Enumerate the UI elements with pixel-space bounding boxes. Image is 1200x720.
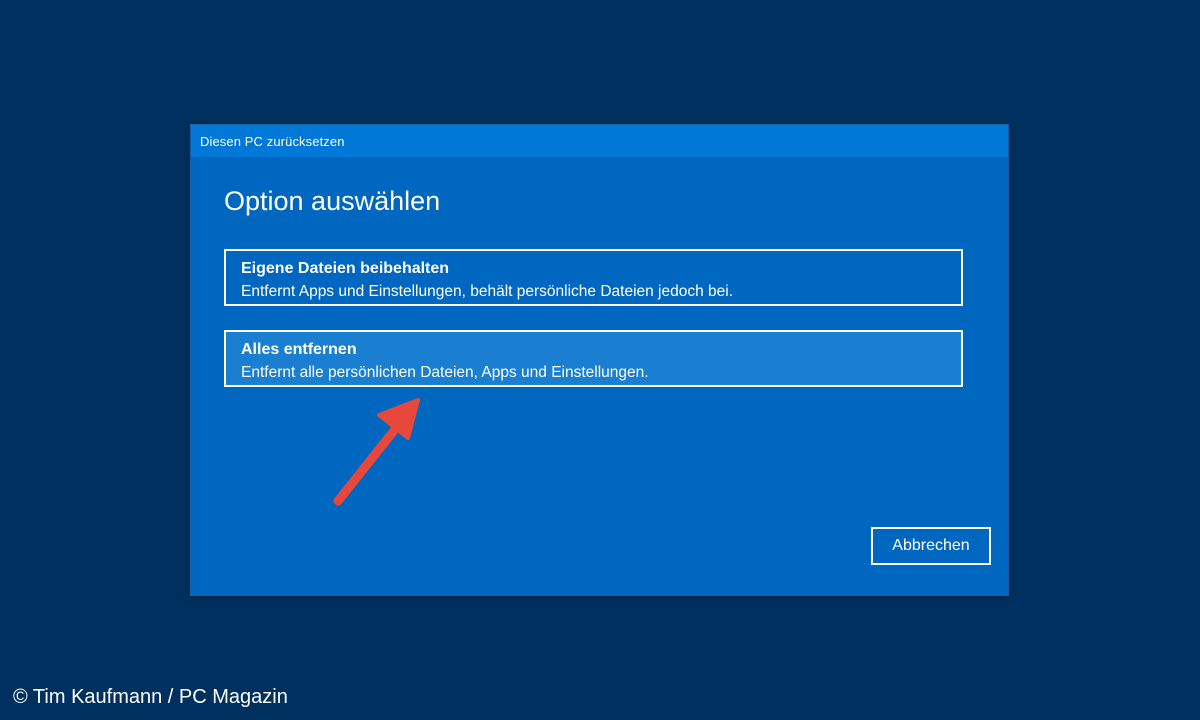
option-title: Eigene Dateien beibehalten [241, 260, 450, 277]
option-title: Alles entfernen [241, 341, 357, 358]
reset-pc-dialog: Diesen PC zurücksetzen Option auswählen … [191, 125, 1008, 595]
window-title: Diesen PC zurücksetzen [200, 134, 345, 149]
option-remove-everything[interactable]: Alles entfernen Entfernt alle persönlich… [224, 330, 963, 387]
option-description: Entfernt Apps und Einstellungen, behält … [241, 283, 734, 300]
option-keep-files[interactable]: Eigene Dateien beibehalten Entfernt Apps… [224, 249, 963, 306]
copyright-credit: © Tim Kaufmann / PC Magazin [13, 686, 288, 708]
page-title: Option auswählen [224, 186, 441, 216]
title-bar: Diesen PC zurücksetzen [191, 125, 1008, 157]
cancel-button[interactable]: Abbrechen [871, 527, 991, 565]
option-description: Entfernt alle persönlichen Dateien, Apps… [241, 364, 649, 381]
